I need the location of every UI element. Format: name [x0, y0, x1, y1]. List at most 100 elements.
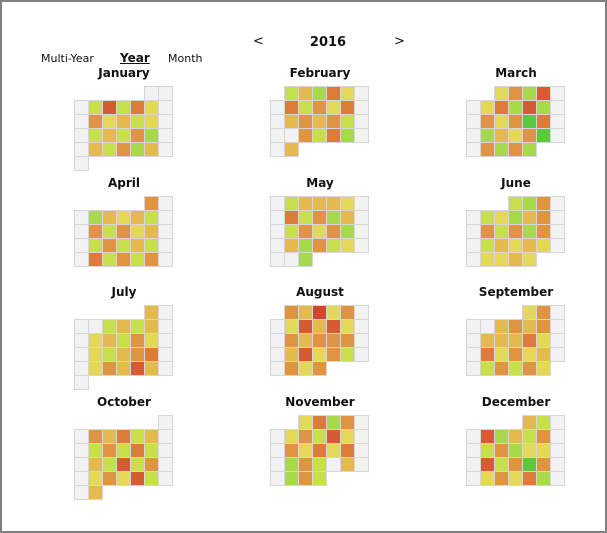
day-cell[interactable]	[508, 128, 523, 143]
day-cell[interactable]	[494, 128, 509, 143]
day-cell[interactable]	[536, 333, 551, 348]
day-cell[interactable]	[144, 238, 159, 253]
month-title[interactable]: July	[74, 285, 174, 299]
day-cell[interactable]	[536, 128, 551, 143]
day-cell[interactable]	[312, 457, 327, 472]
day-cell[interactable]	[284, 471, 299, 486]
day-cell-empty[interactable]	[158, 142, 173, 157]
day-cell[interactable]	[522, 238, 537, 253]
day-cell[interactable]	[284, 319, 299, 334]
day-cell[interactable]	[508, 196, 523, 211]
day-cell-empty[interactable]	[550, 457, 565, 472]
day-cell[interactable]	[508, 210, 523, 225]
day-cell[interactable]	[144, 196, 159, 211]
day-cell[interactable]	[508, 443, 523, 458]
day-cell-empty[interactable]	[158, 224, 173, 239]
day-cell[interactable]	[312, 210, 327, 225]
day-cell[interactable]	[298, 333, 313, 348]
day-cell-empty[interactable]	[74, 156, 89, 171]
day-cell[interactable]	[522, 347, 537, 362]
day-cell[interactable]	[508, 100, 523, 115]
day-cell-empty[interactable]	[158, 443, 173, 458]
day-cell-empty[interactable]	[158, 196, 173, 211]
day-cell-empty[interactable]	[270, 224, 285, 239]
day-cell-empty[interactable]	[466, 471, 481, 486]
day-cell[interactable]	[340, 224, 355, 239]
day-cell[interactable]	[116, 210, 131, 225]
day-cell[interactable]	[102, 361, 117, 376]
day-cell-empty[interactable]	[466, 238, 481, 253]
day-cell[interactable]	[522, 429, 537, 444]
day-cell-empty[interactable]	[284, 128, 299, 143]
day-cell[interactable]	[340, 443, 355, 458]
day-cell[interactable]	[102, 333, 117, 348]
day-cell-empty[interactable]	[74, 471, 89, 486]
day-cell-empty[interactable]	[354, 224, 369, 239]
day-cell-empty[interactable]	[550, 471, 565, 486]
day-cell[interactable]	[522, 196, 537, 211]
day-cell-empty[interactable]	[158, 429, 173, 444]
day-cell[interactable]	[480, 252, 495, 267]
day-cell[interactable]	[508, 142, 523, 157]
day-cell[interactable]	[508, 252, 523, 267]
day-cell[interactable]	[312, 114, 327, 129]
day-cell[interactable]	[340, 128, 355, 143]
day-cell-empty[interactable]	[74, 443, 89, 458]
day-cell[interactable]	[480, 128, 495, 143]
day-cell-empty[interactable]	[270, 347, 285, 362]
day-cell-empty[interactable]	[466, 128, 481, 143]
day-cell-empty[interactable]	[270, 361, 285, 376]
day-cell-empty[interactable]	[354, 305, 369, 320]
day-cell[interactable]	[144, 252, 159, 267]
day-cell[interactable]	[144, 305, 159, 320]
day-cell[interactable]	[312, 100, 327, 115]
day-cell[interactable]	[130, 319, 145, 334]
month-title[interactable]: September	[466, 285, 566, 299]
day-cell[interactable]	[326, 100, 341, 115]
day-cell[interactable]	[326, 238, 341, 253]
day-cell[interactable]	[102, 347, 117, 362]
day-cell-empty[interactable]	[354, 86, 369, 101]
day-cell[interactable]	[298, 196, 313, 211]
day-cell-empty[interactable]	[354, 429, 369, 444]
day-cell-empty[interactable]	[158, 333, 173, 348]
day-cell-empty[interactable]	[466, 224, 481, 239]
day-cell-empty[interactable]	[270, 457, 285, 472]
day-cell[interactable]	[116, 429, 131, 444]
day-cell[interactable]	[536, 238, 551, 253]
day-cell[interactable]	[144, 429, 159, 444]
day-cell[interactable]	[284, 347, 299, 362]
day-cell-empty[interactable]	[466, 210, 481, 225]
day-cell[interactable]	[326, 210, 341, 225]
day-cell[interactable]	[536, 100, 551, 115]
day-cell[interactable]	[340, 100, 355, 115]
day-cell[interactable]	[298, 415, 313, 430]
day-cell-empty[interactable]	[466, 100, 481, 115]
day-cell[interactable]	[326, 333, 341, 348]
day-cell[interactable]	[144, 361, 159, 376]
day-cell[interactable]	[130, 429, 145, 444]
day-cell[interactable]	[508, 319, 523, 334]
day-cell[interactable]	[536, 114, 551, 129]
day-cell[interactable]	[494, 238, 509, 253]
next-year-button[interactable]: >	[394, 34, 405, 49]
day-cell[interactable]	[508, 361, 523, 376]
day-cell-empty[interactable]	[158, 100, 173, 115]
day-cell[interactable]	[116, 457, 131, 472]
day-cell-empty[interactable]	[466, 319, 481, 334]
day-cell[interactable]	[326, 305, 341, 320]
day-cell[interactable]	[340, 86, 355, 101]
day-cell[interactable]	[284, 210, 299, 225]
day-cell[interactable]	[144, 457, 159, 472]
day-cell-empty[interactable]	[354, 443, 369, 458]
day-cell[interactable]	[116, 319, 131, 334]
day-cell[interactable]	[298, 429, 313, 444]
day-cell[interactable]	[508, 333, 523, 348]
tab-multi-year[interactable]: Multi-Year	[41, 52, 94, 65]
day-cell[interactable]	[340, 333, 355, 348]
day-cell-empty[interactable]	[158, 471, 173, 486]
day-cell-empty[interactable]	[550, 128, 565, 143]
day-cell[interactable]	[102, 429, 117, 444]
day-cell-empty[interactable]	[74, 114, 89, 129]
day-cell[interactable]	[102, 252, 117, 267]
